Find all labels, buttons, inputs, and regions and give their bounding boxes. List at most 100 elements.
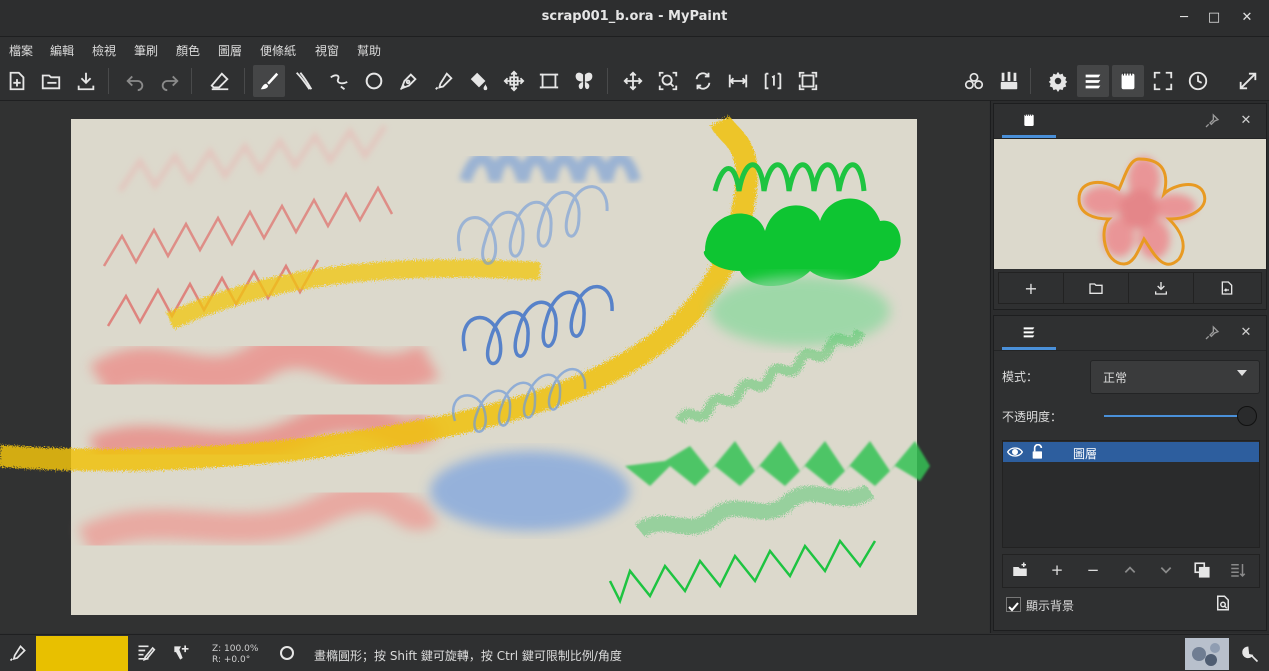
menu-color[interactable]: 顏色 <box>176 42 200 59</box>
unlocked-icon[interactable] <box>1031 444 1045 460</box>
main-toolbar <box>0 62 1269 101</box>
expand-icon[interactable] <box>1232 65 1264 97</box>
close-button[interactable]: ✕ <box>1238 9 1256 27</box>
history-icon[interactable] <box>1182 65 1214 97</box>
layer-row[interactable]: 圖層 <box>1003 442 1259 462</box>
brush-icon-edit-icon[interactable] <box>171 643 191 663</box>
redo-icon[interactable] <box>154 65 186 97</box>
checkmark-icon <box>1008 602 1019 612</box>
float-panel-icon[interactable] <box>1204 113 1220 129</box>
undo-icon[interactable] <box>119 65 151 97</box>
frame-icon[interactable] <box>533 65 565 97</box>
new-document-icon[interactable] <box>1 65 33 97</box>
scratchpad-icon <box>1024 112 1034 126</box>
window-title: scrap001_b.ora - MyPaint <box>541 9 728 24</box>
blend-mode-value: 正常 <box>1103 371 1128 385</box>
move-layer-down-icon[interactable] <box>1149 555 1183 585</box>
color-picker-icon[interactable] <box>8 643 28 663</box>
merge-layer-icon[interactable] <box>1221 555 1255 585</box>
line-icon[interactable] <box>323 65 355 97</box>
minimize-button[interactable]: ─ <box>1175 9 1193 27</box>
scratchpad-actions: + <box>998 272 1262 304</box>
new-scratchpad-button[interactable]: + <box>999 273 1064 303</box>
zoom-readout: Z: 100.0% <box>212 644 259 654</box>
canvas-artwork[interactable] <box>0 101 989 633</box>
bezier-pen-icon[interactable] <box>393 65 425 97</box>
brush-preview[interactable] <box>1185 638 1229 670</box>
move-layer-up-icon[interactable] <box>1113 555 1147 585</box>
scratchpad-canvas[interactable] <box>994 139 1266 269</box>
color-wheel-icon[interactable] <box>958 65 990 97</box>
menu-brush[interactable]: 筆刷 <box>134 42 158 59</box>
current-color-swatch[interactable] <box>36 636 128 671</box>
inking-icon[interactable] <box>288 65 320 97</box>
show-background-checkbox[interactable] <box>1006 597 1021 612</box>
menu-layer[interactable]: 圖層 <box>218 42 242 59</box>
opacity-label: 不透明度： <box>1002 410 1063 424</box>
menu-window[interactable]: 視窗 <box>315 42 339 59</box>
menu-scratchpad[interactable]: 便條紙 <box>260 42 296 59</box>
eraser-icon[interactable] <box>204 65 236 97</box>
zoom-icon[interactable] <box>652 65 684 97</box>
menu-file[interactable]: 檔案 <box>9 42 33 59</box>
duplicate-layer-icon[interactable] <box>1185 555 1219 585</box>
opacity-slider-handle[interactable] <box>1237 406 1257 426</box>
input-device-icon[interactable] <box>1240 644 1260 664</box>
drawing-canvas-area[interactable] <box>0 101 989 633</box>
save-file-icon[interactable] <box>70 65 102 97</box>
menu-view[interactable]: 檢視 <box>92 42 116 59</box>
float-panel-icon[interactable] <box>1204 325 1220 341</box>
layer-list: 圖層 <box>1002 440 1260 548</box>
view-info: Z: 100.0% R: +0.0° <box>212 644 258 666</box>
revert-scratchpad-button[interactable] <box>1195 273 1259 303</box>
symmetry-icon[interactable] <box>568 65 600 97</box>
blend-mode-select[interactable]: 正常 <box>1090 360 1260 394</box>
remove-layer-button[interactable]: − <box>1076 555 1110 585</box>
save-file-icon <box>1155 282 1167 295</box>
scratchpad-tab[interactable] <box>1002 104 1056 138</box>
close-panel-icon[interactable]: ✕ <box>1238 325 1254 341</box>
ellipse-icon[interactable] <box>358 65 390 97</box>
maximize-button[interactable]: □ <box>1205 9 1223 27</box>
mirror-icon[interactable] <box>722 65 754 97</box>
open-file-icon[interactable] <box>35 65 67 97</box>
menu-help[interactable]: 幫助 <box>357 42 381 59</box>
open-scratchpad-button[interactable] <box>1064 273 1129 303</box>
freehand-brush-icon[interactable] <box>253 65 285 97</box>
revert-icon <box>1221 281 1233 295</box>
settings-icon[interactable] <box>1042 65 1074 97</box>
layer-properties-icon[interactable] <box>1214 594 1232 612</box>
add-layer-group-icon[interactable] <box>1003 555 1037 585</box>
layers-icon[interactable] <box>1077 65 1109 97</box>
close-panel-icon[interactable]: ✕ <box>1238 113 1254 129</box>
title-bar: scrap001_b.ora - MyPaint ─ □ ✕ <box>0 0 1269 37</box>
color-picker-icon[interactable] <box>428 65 460 97</box>
scratchpad-panel: ✕ + <box>993 103 1267 310</box>
opacity-slider-track[interactable] <box>1104 415 1248 417</box>
fit-view-icon[interactable] <box>792 65 824 97</box>
ellipse-icon <box>280 646 294 660</box>
layer-actions: + − <box>1002 554 1260 588</box>
scratchpad-icon[interactable] <box>1112 65 1144 97</box>
move-layer-icon[interactable] <box>498 65 530 97</box>
brush-settings-icon[interactable] <box>136 643 156 663</box>
layers-tab[interactable] <box>1002 316 1056 350</box>
open-file-icon <box>1089 283 1103 294</box>
layer-name: 圖層 <box>1073 447 1098 461</box>
save-scratchpad-button[interactable] <box>1129 273 1194 303</box>
brushes-icon[interactable] <box>993 65 1025 97</box>
status-message: 畫橢圓形；按 Shift 鍵可旋轉，按 Ctrl 鍵可限制比例/角度 <box>314 649 622 663</box>
rotation-readout: R: +0.0° <box>212 655 251 665</box>
chevron-down-icon <box>1237 370 1247 376</box>
fullscreen-icon[interactable] <box>1147 65 1179 97</box>
visibility-eye-icon[interactable] <box>1007 445 1023 459</box>
reset-view-icon[interactable] <box>757 65 789 97</box>
layers-icon <box>1023 326 1035 337</box>
add-layer-button[interactable]: + <box>1040 555 1074 585</box>
status-bar: Z: 100.0% R: +0.0° 畫橢圓形；按 Shift 鍵可旋轉，按 C… <box>0 634 1269 671</box>
rotate-icon[interactable] <box>687 65 719 97</box>
pan-icon[interactable] <box>617 65 649 97</box>
fill-icon[interactable] <box>463 65 495 97</box>
menu-edit[interactable]: 編輯 <box>50 42 74 59</box>
mode-label: 模式： <box>1002 370 1039 384</box>
